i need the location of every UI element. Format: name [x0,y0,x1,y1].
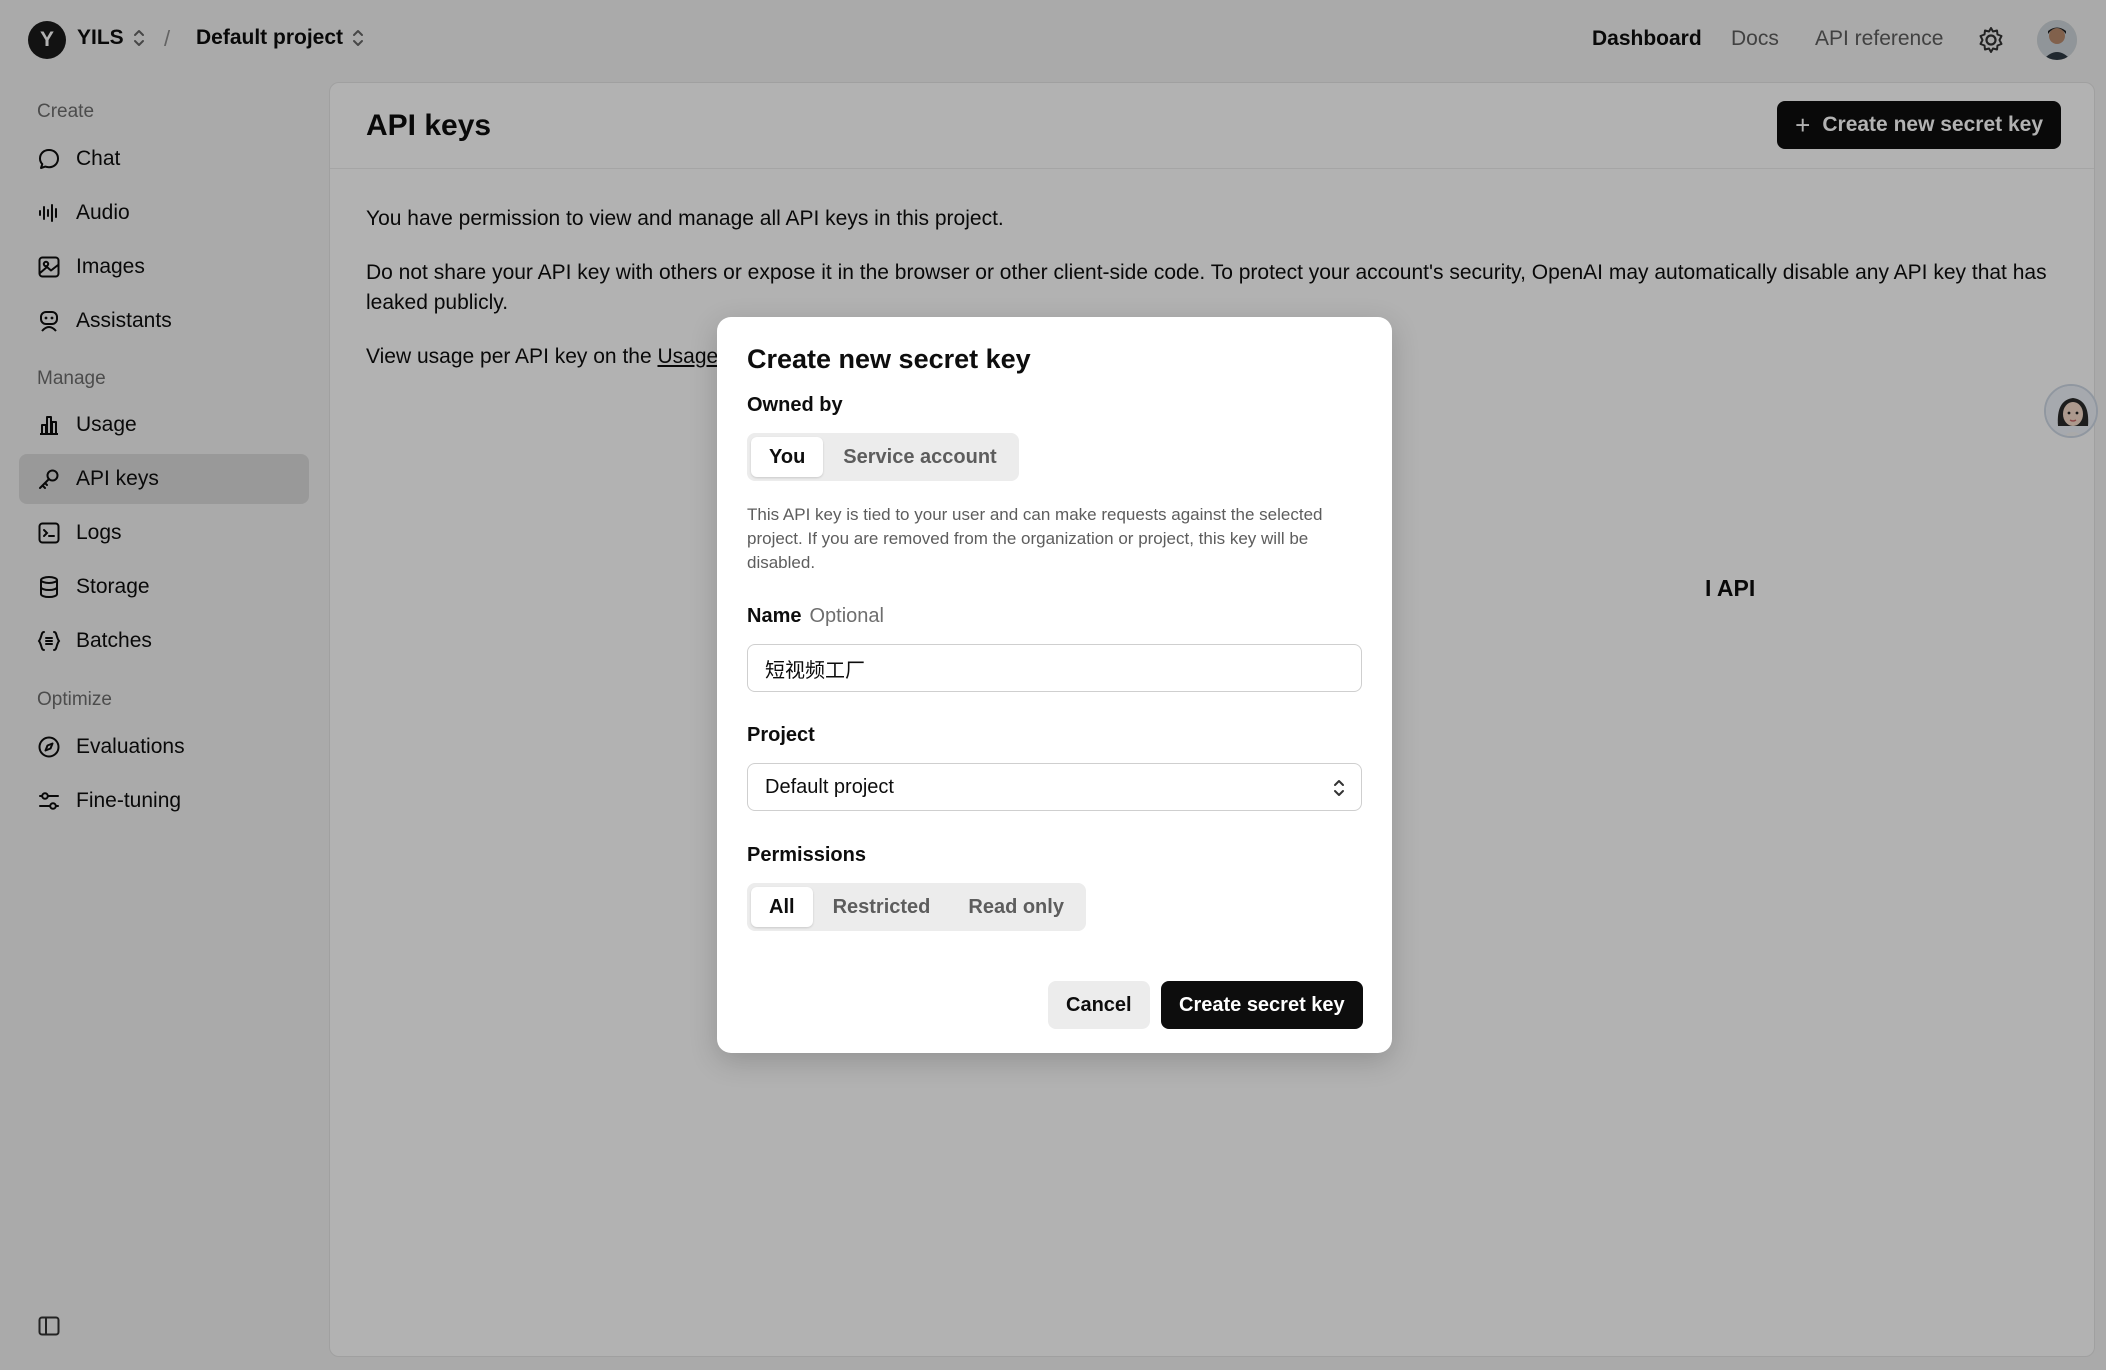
create-secret-key-dialog: Create new secret key Owned by You Servi… [717,317,1392,1053]
name-optional-text: Optional [809,605,884,627]
permission-all-option[interactable]: All [751,887,813,927]
owned-by-you-option[interactable]: You [751,437,824,477]
cancel-button[interactable]: Cancel [1048,981,1150,1029]
name-label-text: Name [747,605,802,627]
name-label: Name Optional [747,605,884,628]
project-select-value: Default project [765,775,894,798]
project-select[interactable]: Default project [747,763,1362,811]
key-name-input[interactable]: 短视频工厂 [747,644,1362,692]
permissions-label: Permissions [747,844,866,866]
chevron-updown-icon [1331,776,1347,800]
owned-by-label: Owned by [747,394,843,416]
project-label: Project [747,724,815,746]
owned-by-toggle: You Service account [747,433,1019,481]
dialog-title: Create new secret key [747,344,1031,374]
ownership-helper-text: This API key is tied to your user and ca… [747,505,1323,572]
owned-by-service-account-option[interactable]: Service account [825,437,1014,477]
permission-read-only-option[interactable]: Read only [950,887,1082,927]
create-secret-key-button[interactable]: Create secret key [1161,981,1363,1029]
permission-restricted-option[interactable]: Restricted [815,887,949,927]
permissions-toggle: All Restricted Read only [747,883,1086,931]
